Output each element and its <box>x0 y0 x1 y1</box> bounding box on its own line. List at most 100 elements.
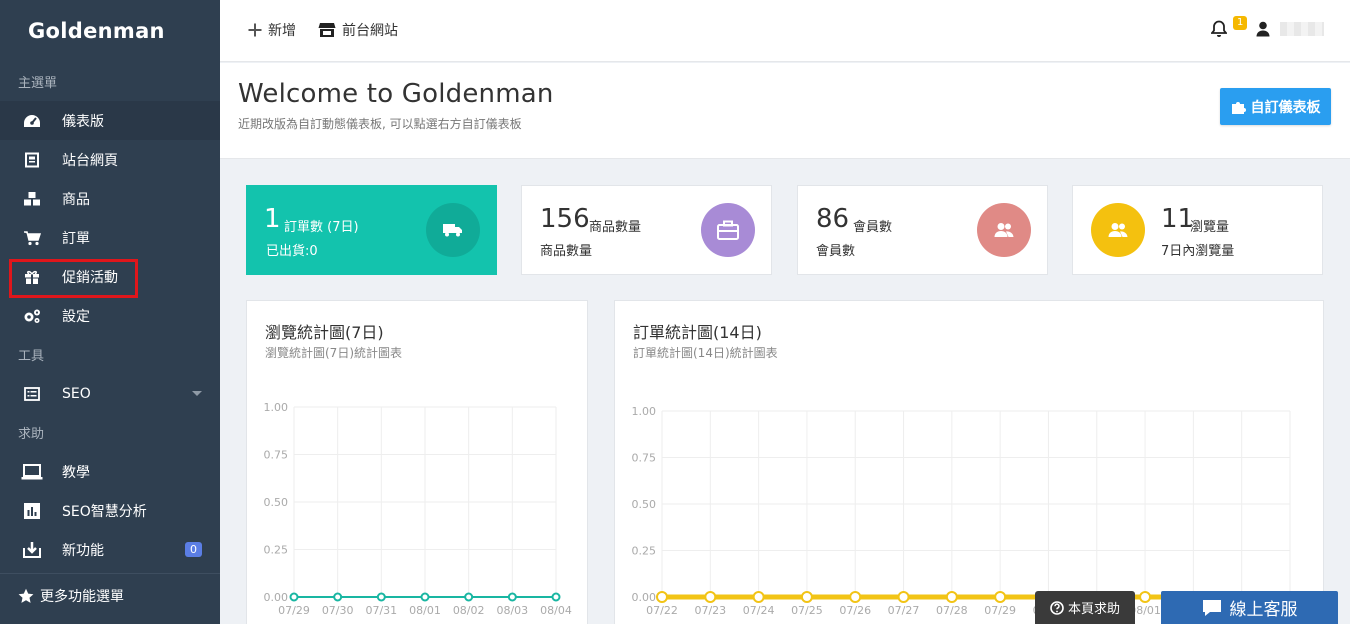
top-bar: 新增 前台網站 1 <box>220 0 1350 62</box>
orders-chart-panel: 訂單統計圖(14日) 訂單統計圖(14日)統計圖表 0.00 0.25 0.50 0.… <box>614 300 1324 624</box>
list-icon <box>20 384 44 404</box>
sidebar-item-seo-analysis[interactable]: SEO智慧分析 <box>0 491 220 530</box>
page-subtitle: 近期改版為自訂動態儀表板, 可以點選右方自訂儀表板 <box>238 117 522 131</box>
x-tick-label: 08/04 <box>540 604 572 617</box>
stat-card-orders[interactable]: 1 訂單數 (7日) 已出貨:0 <box>246 185 497 275</box>
y-tick-label: 0.25 <box>264 544 289 557</box>
stat-label: 訂單數 (7日) <box>284 220 359 235</box>
stat-value: 1 <box>264 204 281 234</box>
y-tick-label: 0.50 <box>632 498 657 511</box>
stat-value: 156 <box>540 204 590 234</box>
x-tick-label: 08/01 <box>409 604 441 617</box>
stat-sub: 商品數量 <box>540 244 593 259</box>
chat-bubble-icon <box>1202 599 1222 617</box>
y-tick-label: 0.75 <box>264 449 289 462</box>
sidebar-item-label: 訂單 <box>62 230 90 247</box>
y-tick-label: 1.00 <box>632 405 657 418</box>
x-tick-label: 07/25 <box>791 604 823 617</box>
stat-card-products[interactable]: 156 商品數量 商品數量 <box>521 185 772 275</box>
puzzle-icon <box>1231 99 1247 115</box>
users-icon <box>1091 203 1145 257</box>
gift-icon <box>20 267 44 287</box>
chevron-down-icon[interactable] <box>192 391 202 396</box>
data-point <box>333 592 343 602</box>
sidebar-item-label: 促銷活動 <box>62 269 118 286</box>
y-tick-label: 0.25 <box>632 545 657 558</box>
custom-dashboard-button[interactable]: 自訂儀表板 <box>1220 88 1331 125</box>
sidebar-section-tools: 工具 <box>18 349 45 364</box>
more-features-label: 更多功能選單 <box>40 589 124 605</box>
x-tick-label: 07/23 <box>694 604 726 617</box>
x-tick-label: 08/03 <box>496 604 528 617</box>
sidebar-item-dashboard[interactable]: 儀表版 <box>0 101 220 140</box>
y-tick-label: 1.00 <box>264 401 289 414</box>
cubes-icon <box>20 189 44 209</box>
custom-dashboard-label: 自訂儀表板 <box>1250 99 1321 116</box>
stat-value: 86 <box>816 204 850 234</box>
stat-sub: 已出貨:0 <box>266 244 318 259</box>
more-features-menu[interactable]: 更多功能選單 <box>0 574 220 618</box>
data-point <box>994 591 1007 603</box>
page-help-label: 本頁求助 <box>1067 602 1120 617</box>
store-icon <box>318 22 336 38</box>
sidebar-item-promotions[interactable]: 促銷活動 <box>0 257 220 296</box>
briefcase-icon <box>701 203 755 257</box>
dashboard-icon <box>20 111 44 131</box>
sidebar-item-label: 站台網頁 <box>62 152 118 169</box>
user-icon[interactable] <box>1256 21 1270 41</box>
data-point <box>704 591 717 603</box>
views-line-chart: 0.00 0.25 0.50 0.75 1.00 07/29 07/30 07/31 08/01… <box>264 401 572 617</box>
notification-badge: 1 <box>1233 16 1248 30</box>
stat-sub: 7日內瀏覽量 <box>1161 244 1235 259</box>
sidebar-item-settings[interactable]: 設定 <box>0 296 220 335</box>
sidebar-item-seo[interactable]: SEO <box>0 374 220 413</box>
data-point <box>551 592 561 602</box>
x-tick-label: 07/29 <box>278 604 310 617</box>
sidebar-item-label: 教學 <box>62 464 90 481</box>
stat-card-members[interactable]: 86 會員數 會員數 <box>797 185 1048 275</box>
x-tick-label: 07/22 <box>646 604 678 617</box>
truck-icon <box>426 203 480 257</box>
user-name-blurred[interactable] <box>1280 22 1324 36</box>
x-tick-label: 07/27 <box>888 604 920 617</box>
y-tick-label: 0.00 <box>264 591 289 604</box>
sidebar-item-site-pages[interactable]: 站台網頁 <box>0 140 220 179</box>
brand-logo[interactable]: Goldenman <box>0 0 220 62</box>
page-help-button[interactable]: 本頁求助 <box>1035 591 1135 624</box>
sidebar-item-label: 儀表版 <box>62 113 104 130</box>
bell-icon[interactable] <box>1210 20 1228 42</box>
plus-icon <box>248 23 262 37</box>
data-point <box>849 591 862 603</box>
stat-label: 商品數量 <box>589 220 642 235</box>
x-tick-label: 07/29 <box>984 604 1016 617</box>
sidebar-item-tutorial[interactable]: 教學 <box>0 452 220 491</box>
front-site-label: 前台網站 <box>342 23 398 39</box>
sidebar-item-orders[interactable]: 訂單 <box>0 218 220 257</box>
x-tick-label: 07/31 <box>365 604 397 617</box>
laptop-icon <box>20 462 44 482</box>
welcome-header: Welcome to Goldenman 近期改版為自訂動態儀表板, 可以點選右… <box>220 63 1350 159</box>
data-point <box>752 591 765 603</box>
views-chart-panel: 瀏覽統計圖(7日) 瀏覽統計圖(7日)統計圖表 0.00 0.25 0.50 0.75… <box>246 300 588 624</box>
online-support-label: 線上客服 <box>1229 600 1298 620</box>
online-support-button[interactable]: 線上客服 <box>1161 591 1338 624</box>
y-tick-label: 0.75 <box>632 452 657 465</box>
y-tick-label: 0.00 <box>632 591 657 604</box>
stat-label: 瀏覽量 <box>1190 220 1230 235</box>
newspaper-icon <box>20 150 44 170</box>
sidebar: Goldenman 主選單 儀表版 站台網頁 商品 訂單 促銷活動 設定 工具 … <box>0 0 220 624</box>
sidebar-item-new-features[interactable]: 新功能 0 <box>0 530 220 569</box>
add-new-button[interactable]: 新增 <box>248 20 296 40</box>
sidebar-item-label: 設定 <box>62 308 90 325</box>
data-point <box>945 591 958 603</box>
cogs-icon <box>20 306 44 326</box>
sidebar-section-help: 求助 <box>18 427 45 442</box>
new-features-badge: 0 <box>185 542 202 557</box>
stat-label: 會員數 <box>853 220 893 235</box>
stat-card-views[interactable]: 11 瀏覽量 7日內瀏覽量 <box>1072 185 1323 275</box>
front-site-button[interactable]: 前台網站 <box>318 20 398 40</box>
data-point <box>656 591 668 603</box>
x-tick-label: 07/28 <box>936 604 968 617</box>
data-point <box>507 592 517 602</box>
sidebar-item-products[interactable]: 商品 <box>0 179 220 218</box>
